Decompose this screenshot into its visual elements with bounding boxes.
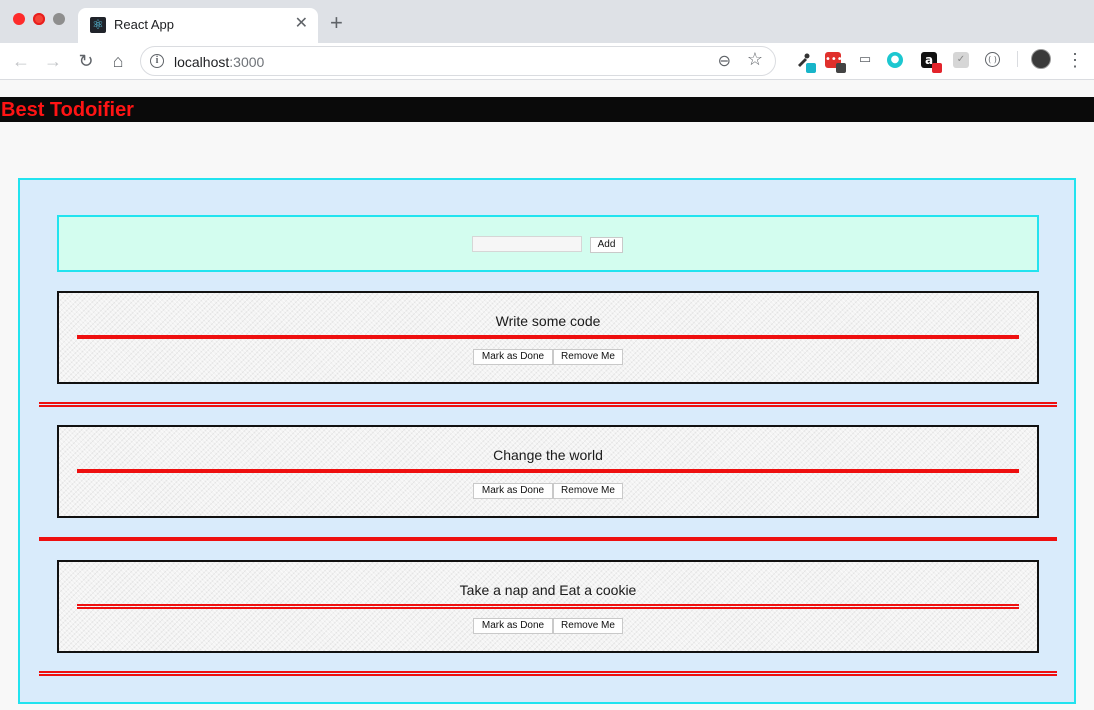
zoom-icon[interactable]: ⊖ (718, 51, 731, 71)
cast-icon[interactable]: ▭ (857, 52, 873, 68)
todo-separator (77, 604, 1019, 609)
todo-divider (39, 537, 1057, 541)
browser-tab[interactable]: ⚛ React App ✕ (78, 8, 318, 43)
todo-divider (39, 671, 1057, 676)
new-todo-panel: Add (57, 215, 1039, 272)
remove-button[interactable]: Remove Me (553, 618, 623, 634)
toolbar-divider (1017, 51, 1018, 67)
todo-board: Add Write some code Mark as Done Remove … (18, 178, 1076, 704)
mark-as-done-button[interactable]: Mark as Done (473, 618, 553, 634)
url-host: localhost (174, 54, 230, 70)
todo-text: Change the world (493, 447, 603, 463)
circle-extension-icon[interactable]: ( ) (985, 52, 1000, 67)
app-title: Best Todoifier (1, 99, 134, 121)
todo-item: Write some code Mark as Done Remove Me (57, 291, 1039, 384)
extension-badge (836, 63, 846, 73)
todo-separator (77, 469, 1019, 473)
browser-menu-icon[interactable]: ⋮ (1066, 50, 1084, 70)
remove-button[interactable]: Remove Me (553, 483, 623, 499)
tab-close-icon[interactable]: ✕ (295, 15, 308, 33)
todo-item: Take a nap and Eat a cookie Mark as Done… (57, 560, 1039, 653)
mark-as-done-button[interactable]: Mark as Done (473, 349, 553, 365)
url-port: :3000 (229, 54, 265, 70)
app-header: Best Todoifier (0, 97, 1094, 122)
red-extension-icon[interactable]: ••• (825, 52, 846, 73)
forward-arrow-icon[interactable]: → (42, 50, 64, 72)
extension-badge (932, 63, 942, 73)
add-button[interactable]: Add (590, 237, 623, 253)
mark-as-done-button[interactable]: Mark as Done (473, 483, 553, 499)
window-close-button[interactable] (13, 13, 25, 25)
todo-item: Change the world Mark as Done Remove Me (57, 425, 1039, 518)
todo-separator (77, 335, 1019, 339)
todo-text: Take a nap and Eat a cookie (459, 582, 637, 598)
todo-divider (39, 402, 1057, 407)
extension-badge (806, 63, 816, 73)
tab-title: React App (114, 17, 174, 32)
new-tab-button[interactable]: + (330, 12, 343, 34)
address-bar[interactable]: i localhost:3000 ⊖ ☆ (140, 46, 776, 76)
window-minimize-button[interactable] (33, 13, 45, 25)
site-info-icon[interactable]: i (150, 54, 164, 68)
page-viewport: Best Todoifier Add Write some code Mark … (0, 80, 1094, 710)
chat-extension-icon[interactable]: ● (887, 52, 903, 68)
bookmark-star-icon[interactable]: ☆ (747, 49, 763, 70)
home-icon[interactable]: ⌂ (107, 50, 129, 72)
tab-strip: ⚛ React App ✕ + (0, 0, 1094, 43)
pocket-extension-icon[interactable]: ✓ (953, 52, 969, 68)
profile-avatar[interactable] (1031, 49, 1051, 69)
eyedropper-extension-icon[interactable] (795, 52, 816, 73)
todo-text: Write some code (495, 313, 601, 329)
react-logo-icon: ⚛ (90, 17, 106, 33)
new-todo-input[interactable] (472, 236, 582, 252)
url-text[interactable]: localhost:3000 (174, 54, 264, 70)
reload-icon[interactable]: ↻ (75, 50, 97, 72)
back-arrow-icon[interactable]: ← (10, 50, 32, 72)
remove-button[interactable]: Remove Me (553, 349, 623, 365)
amazon-extension-icon[interactable]: a (921, 52, 942, 73)
window-maximize-button[interactable] (53, 13, 65, 25)
